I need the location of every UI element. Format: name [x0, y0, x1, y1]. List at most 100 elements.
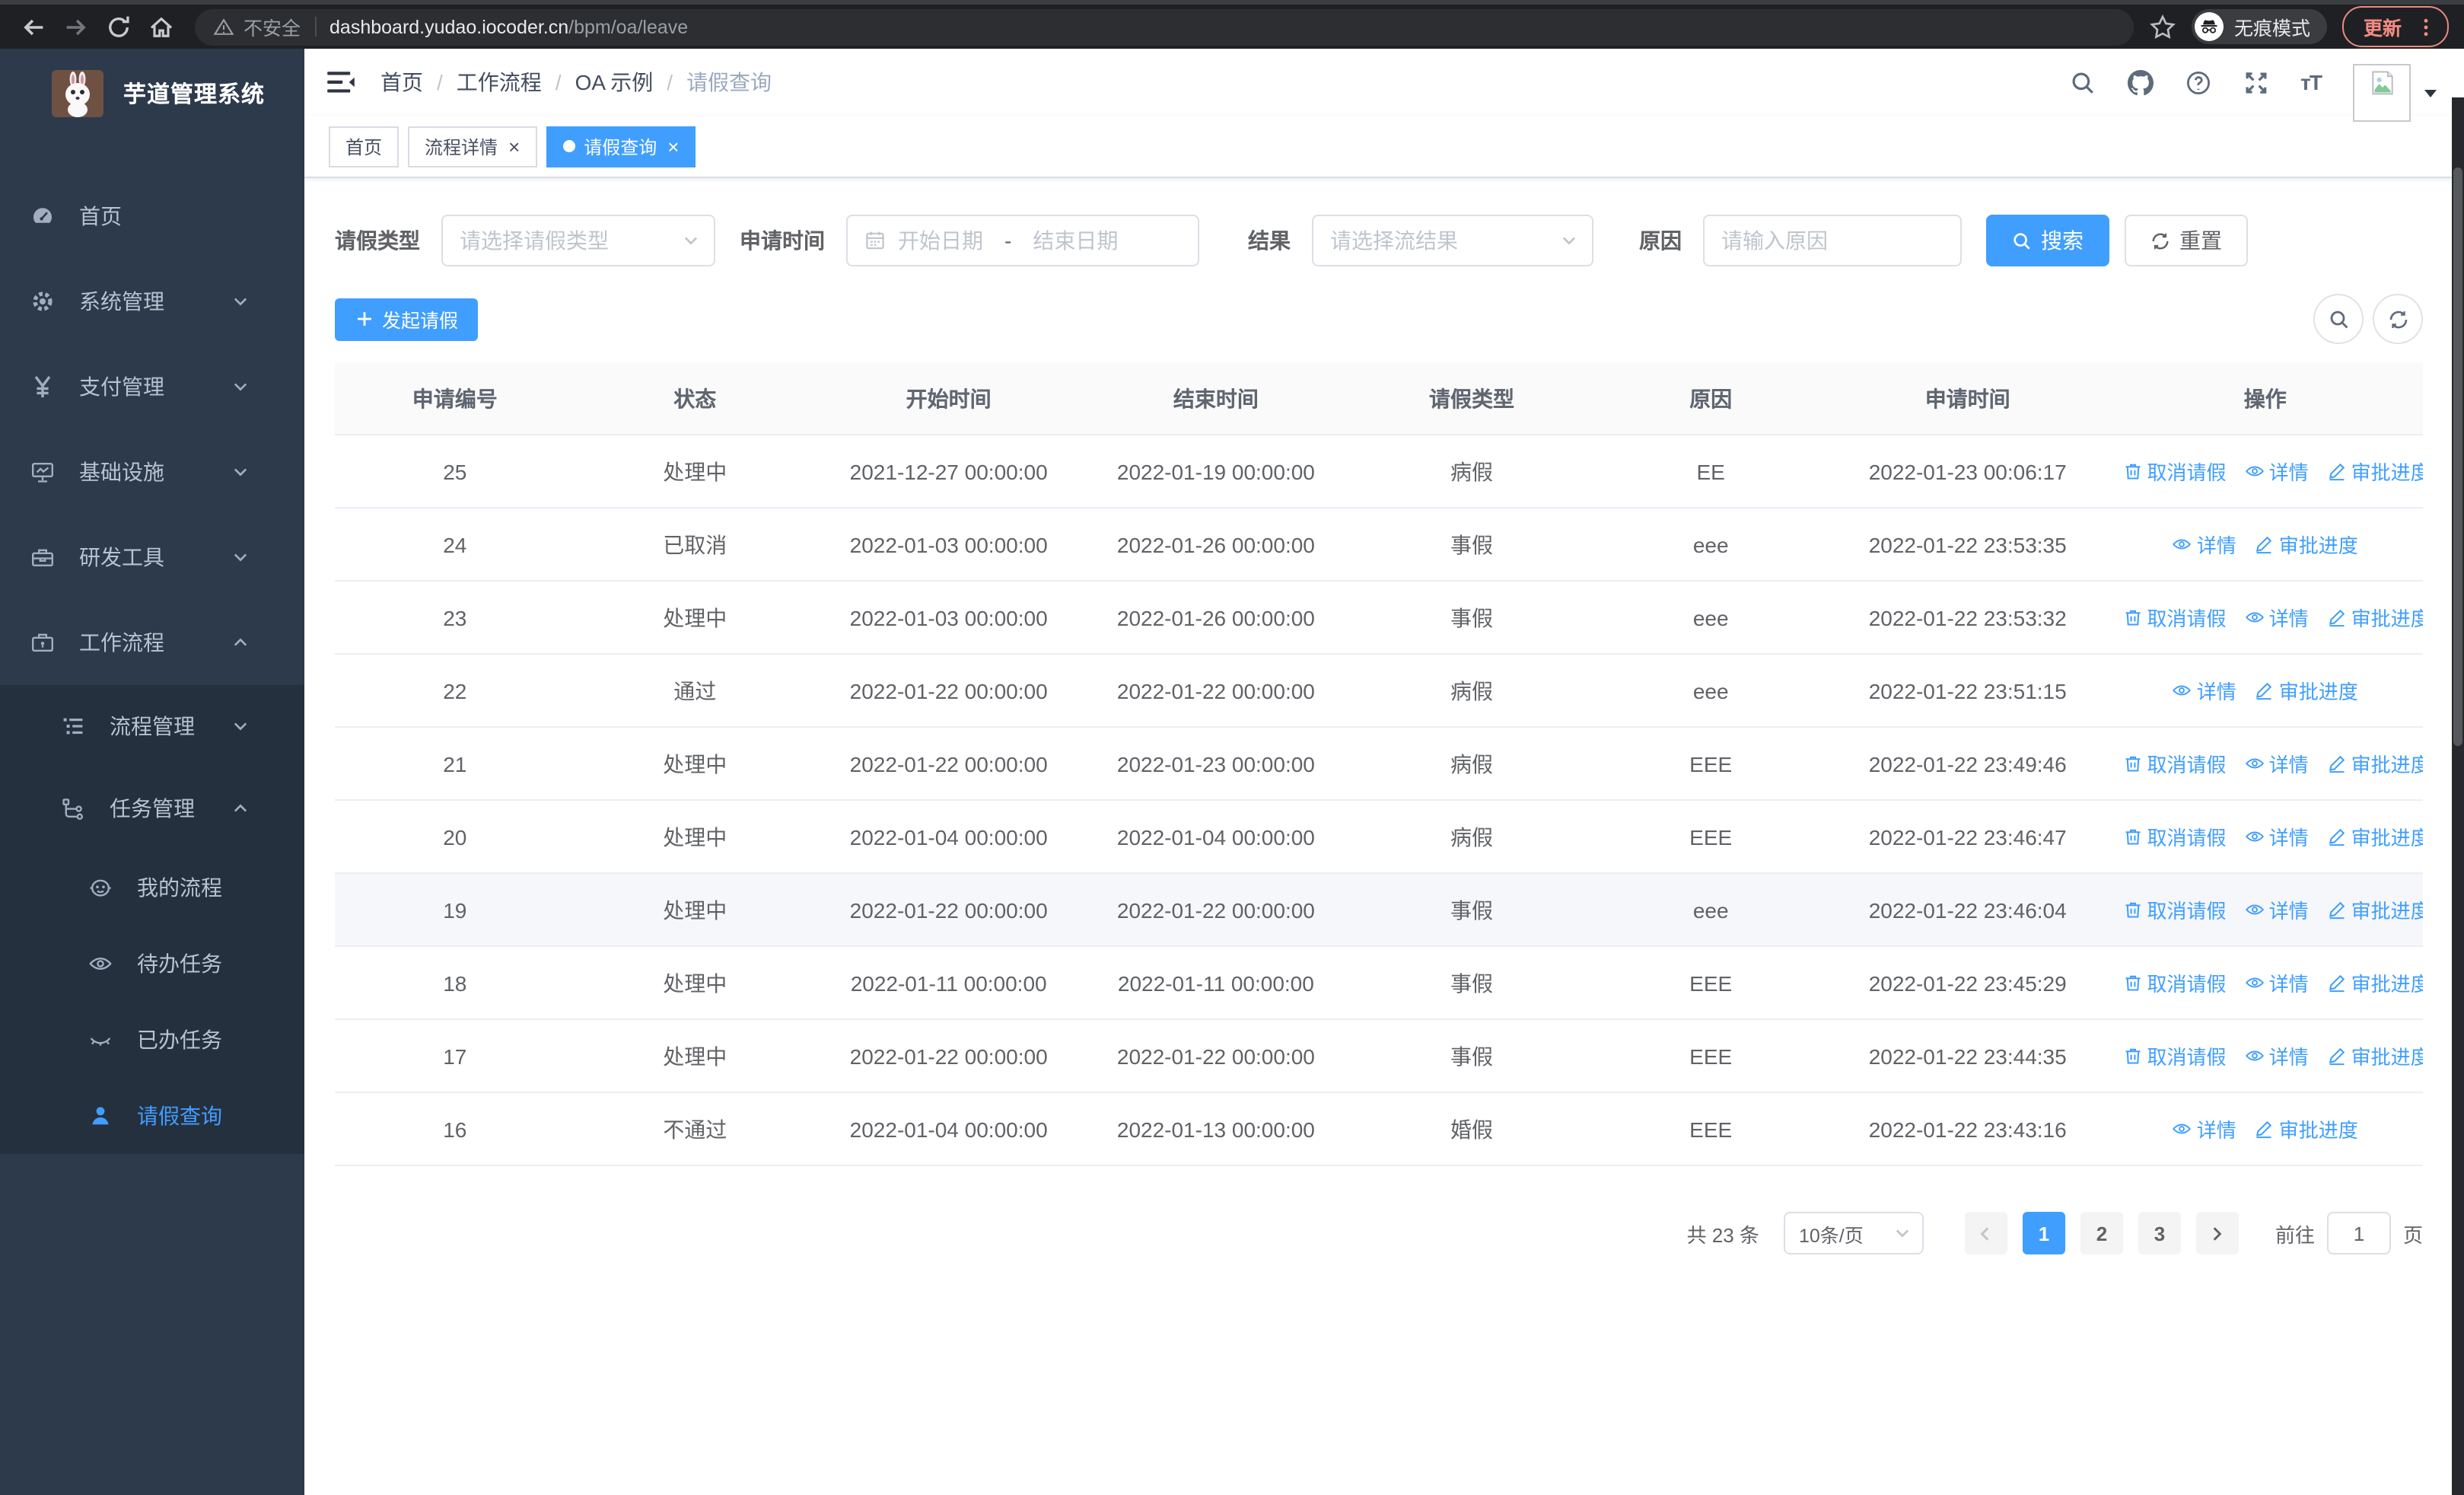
sidebar-item-4[interactable]: 研发工具 — [0, 515, 304, 600]
search-button[interactable]: 搜索 — [1986, 215, 2109, 266]
cell-apply-time: 2022-01-22 23:46:04 — [1827, 873, 2108, 947]
home-button[interactable] — [143, 8, 180, 45]
leave-type-select[interactable]: 请选择请假类型 — [441, 215, 715, 266]
create-leave-button[interactable]: 发起请假 — [335, 298, 479, 340]
cell-start: 2022-01-22 00:00:00 — [815, 654, 1083, 728]
reset-button[interactable]: 重置 — [2125, 215, 2248, 266]
github-icon[interactable] — [2127, 69, 2154, 95]
cell-status: 处理中 — [575, 727, 816, 801]
action-progress[interactable]: 审批进度 — [2327, 895, 2423, 924]
result-select[interactable]: 请选择流结果 — [1312, 215, 1593, 266]
chevron-up-icon — [231, 633, 250, 652]
page-button-1[interactable]: 1 — [2022, 1212, 2065, 1254]
sidebar-item-2[interactable]: 支付管理 — [0, 344, 304, 429]
eye-icon — [2173, 534, 2192, 554]
reason-input[interactable] — [1705, 216, 1960, 265]
page-size-select[interactable]: 10条/页 — [1783, 1212, 1924, 1254]
reload-button[interactable] — [100, 8, 137, 45]
cell-status: 不通过 — [575, 1092, 816, 1166]
action-detail[interactable]: 详情 — [2245, 968, 2309, 997]
action-progress[interactable]: 审批进度 — [2255, 530, 2358, 559]
action-progress[interactable]: 审批进度 — [2327, 603, 2423, 632]
page-button-2[interactable]: 2 — [2080, 1212, 2123, 1254]
pen-icon — [2255, 1119, 2275, 1139]
action-progress[interactable]: 审批进度 — [2255, 1114, 2358, 1143]
action-detail[interactable]: 详情 — [2245, 457, 2309, 486]
column-header-6: 申请时间 — [1827, 362, 2108, 435]
action-progress[interactable]: 审批进度 — [2327, 822, 2423, 851]
action-detail[interactable]: 详情 — [2173, 676, 2236, 705]
action-detail[interactable]: 详情 — [2173, 1114, 2236, 1143]
action-detail[interactable]: 详情 — [2245, 603, 2309, 632]
sidebar-item-8[interactable]: 我的流程 — [0, 850, 304, 926]
action-cancel[interactable]: 取消请假 — [2123, 749, 2227, 778]
scrollbar-thumb[interactable] — [2453, 167, 2462, 746]
sidebar-item-11[interactable]: 请假查询 — [0, 1078, 304, 1154]
action-detail[interactable]: 详情 — [2173, 530, 2236, 559]
sidebar-item-9[interactable]: 待办任务 — [0, 926, 304, 1002]
cell-end: 2022-01-11 00:00:00 — [1082, 946, 1350, 1020]
action-cancel[interactable]: 取消请假 — [2123, 1041, 2227, 1070]
cell-id: 20 — [335, 800, 575, 874]
sidebar-item-7[interactable]: 任务管理 — [0, 767, 304, 850]
close-icon[interactable]: × — [508, 136, 520, 156]
font-size-icon[interactable]: ᴛT — [2300, 70, 2322, 94]
search-icon[interactable] — [2069, 69, 2095, 95]
sidebar-item-0[interactable]: 首页 — [0, 174, 304, 259]
action-progress[interactable]: 审批进度 — [2327, 968, 2423, 997]
breadcrumb-oa[interactable]: OA 示例 — [575, 67, 654, 97]
reload-icon — [105, 13, 132, 40]
sidebar-item-6[interactable]: 流程管理 — [0, 685, 304, 767]
cell-start: 2022-01-22 00:00:00 — [815, 1019, 1083, 1093]
sidebar-item-3[interactable]: 基础设施 — [0, 429, 304, 515]
cell-status: 已取消 — [575, 508, 816, 582]
action-cancel[interactable]: 取消请假 — [2123, 822, 2227, 851]
action-detail[interactable]: 详情 — [2245, 749, 2309, 778]
breadcrumb-workflow[interactable]: 工作流程 — [457, 67, 542, 97]
cell-actions: 详情 审批进度 — [2107, 654, 2423, 728]
app-title: 芋道管理系统 — [123, 81, 266, 107]
cell-type: 病假 — [1349, 727, 1594, 801]
action-cancel[interactable]: 取消请假 — [2123, 968, 2227, 997]
sidebar-collapse-icon[interactable] — [326, 69, 356, 96]
apply-time-range-picker[interactable]: 开始日期 - 结束日期 — [846, 215, 1199, 266]
column-header-0: 申请编号 — [335, 362, 575, 435]
action-progress[interactable]: 审批进度 — [2327, 749, 2423, 778]
action-cancel[interactable]: 取消请假 — [2123, 895, 2227, 924]
workflow-submenu: 流程管理 任务管理 我的流程 待办任务 已办任务 请假查询 — [0, 685, 304, 1154]
address-bar[interactable]: 不安全 dashboard.yudao.iocoder.cn /bpm/oa/l… — [195, 8, 2134, 45]
back-button[interactable] — [15, 8, 52, 45]
breadcrumb-home[interactable]: 首页 — [380, 67, 423, 97]
refresh-table-button[interactable] — [2373, 294, 2423, 344]
page-button-3[interactable]: 3 — [2138, 1212, 2181, 1254]
tab-1[interactable]: 流程详情 × — [408, 126, 537, 167]
action-progress[interactable]: 审批进度 — [2327, 457, 2423, 486]
bookmark-star-icon[interactable] — [2149, 13, 2176, 40]
fullscreen-icon[interactable] — [2243, 69, 2268, 95]
help-icon[interactable] — [2185, 69, 2211, 95]
action-detail[interactable]: 详情 — [2245, 895, 2309, 924]
action-cancel[interactable]: 取消请假 — [2123, 603, 2227, 632]
not-secure-icon — [213, 16, 234, 37]
sidebar-item-1[interactable]: 系统管理 — [0, 259, 304, 344]
sidebar-item-5[interactable]: 工作流程 — [0, 600, 304, 685]
page-scrollbar[interactable] — [2452, 97, 2464, 1495]
prev-page-button[interactable] — [1964, 1212, 2007, 1254]
goto-page-input[interactable] — [2326, 1212, 2391, 1254]
show-search-button[interactable] — [2313, 294, 2364, 344]
tab-0[interactable]: 首页 — [329, 126, 400, 167]
action-cancel[interactable]: 取消请假 — [2123, 457, 2227, 486]
sidebar-item-10[interactable]: 已办任务 — [0, 1002, 304, 1078]
action-detail[interactable]: 详情 — [2245, 1041, 2309, 1070]
menu-kebab-icon[interactable] — [2415, 16, 2437, 37]
forward-button[interactable] — [58, 8, 94, 45]
cell-actions: 详情 审批进度 — [2107, 508, 2423, 582]
user-menu[interactable] — [2353, 64, 2437, 122]
close-icon[interactable]: × — [667, 136, 679, 156]
action-detail[interactable]: 详情 — [2245, 822, 2309, 851]
action-progress[interactable]: 审批进度 — [2255, 676, 2358, 705]
action-progress[interactable]: 审批进度 — [2327, 1041, 2423, 1070]
tab-2[interactable]: 请假查询 × — [546, 126, 696, 167]
update-button[interactable]: 更新 — [2341, 6, 2449, 47]
next-page-button[interactable] — [2195, 1212, 2239, 1254]
